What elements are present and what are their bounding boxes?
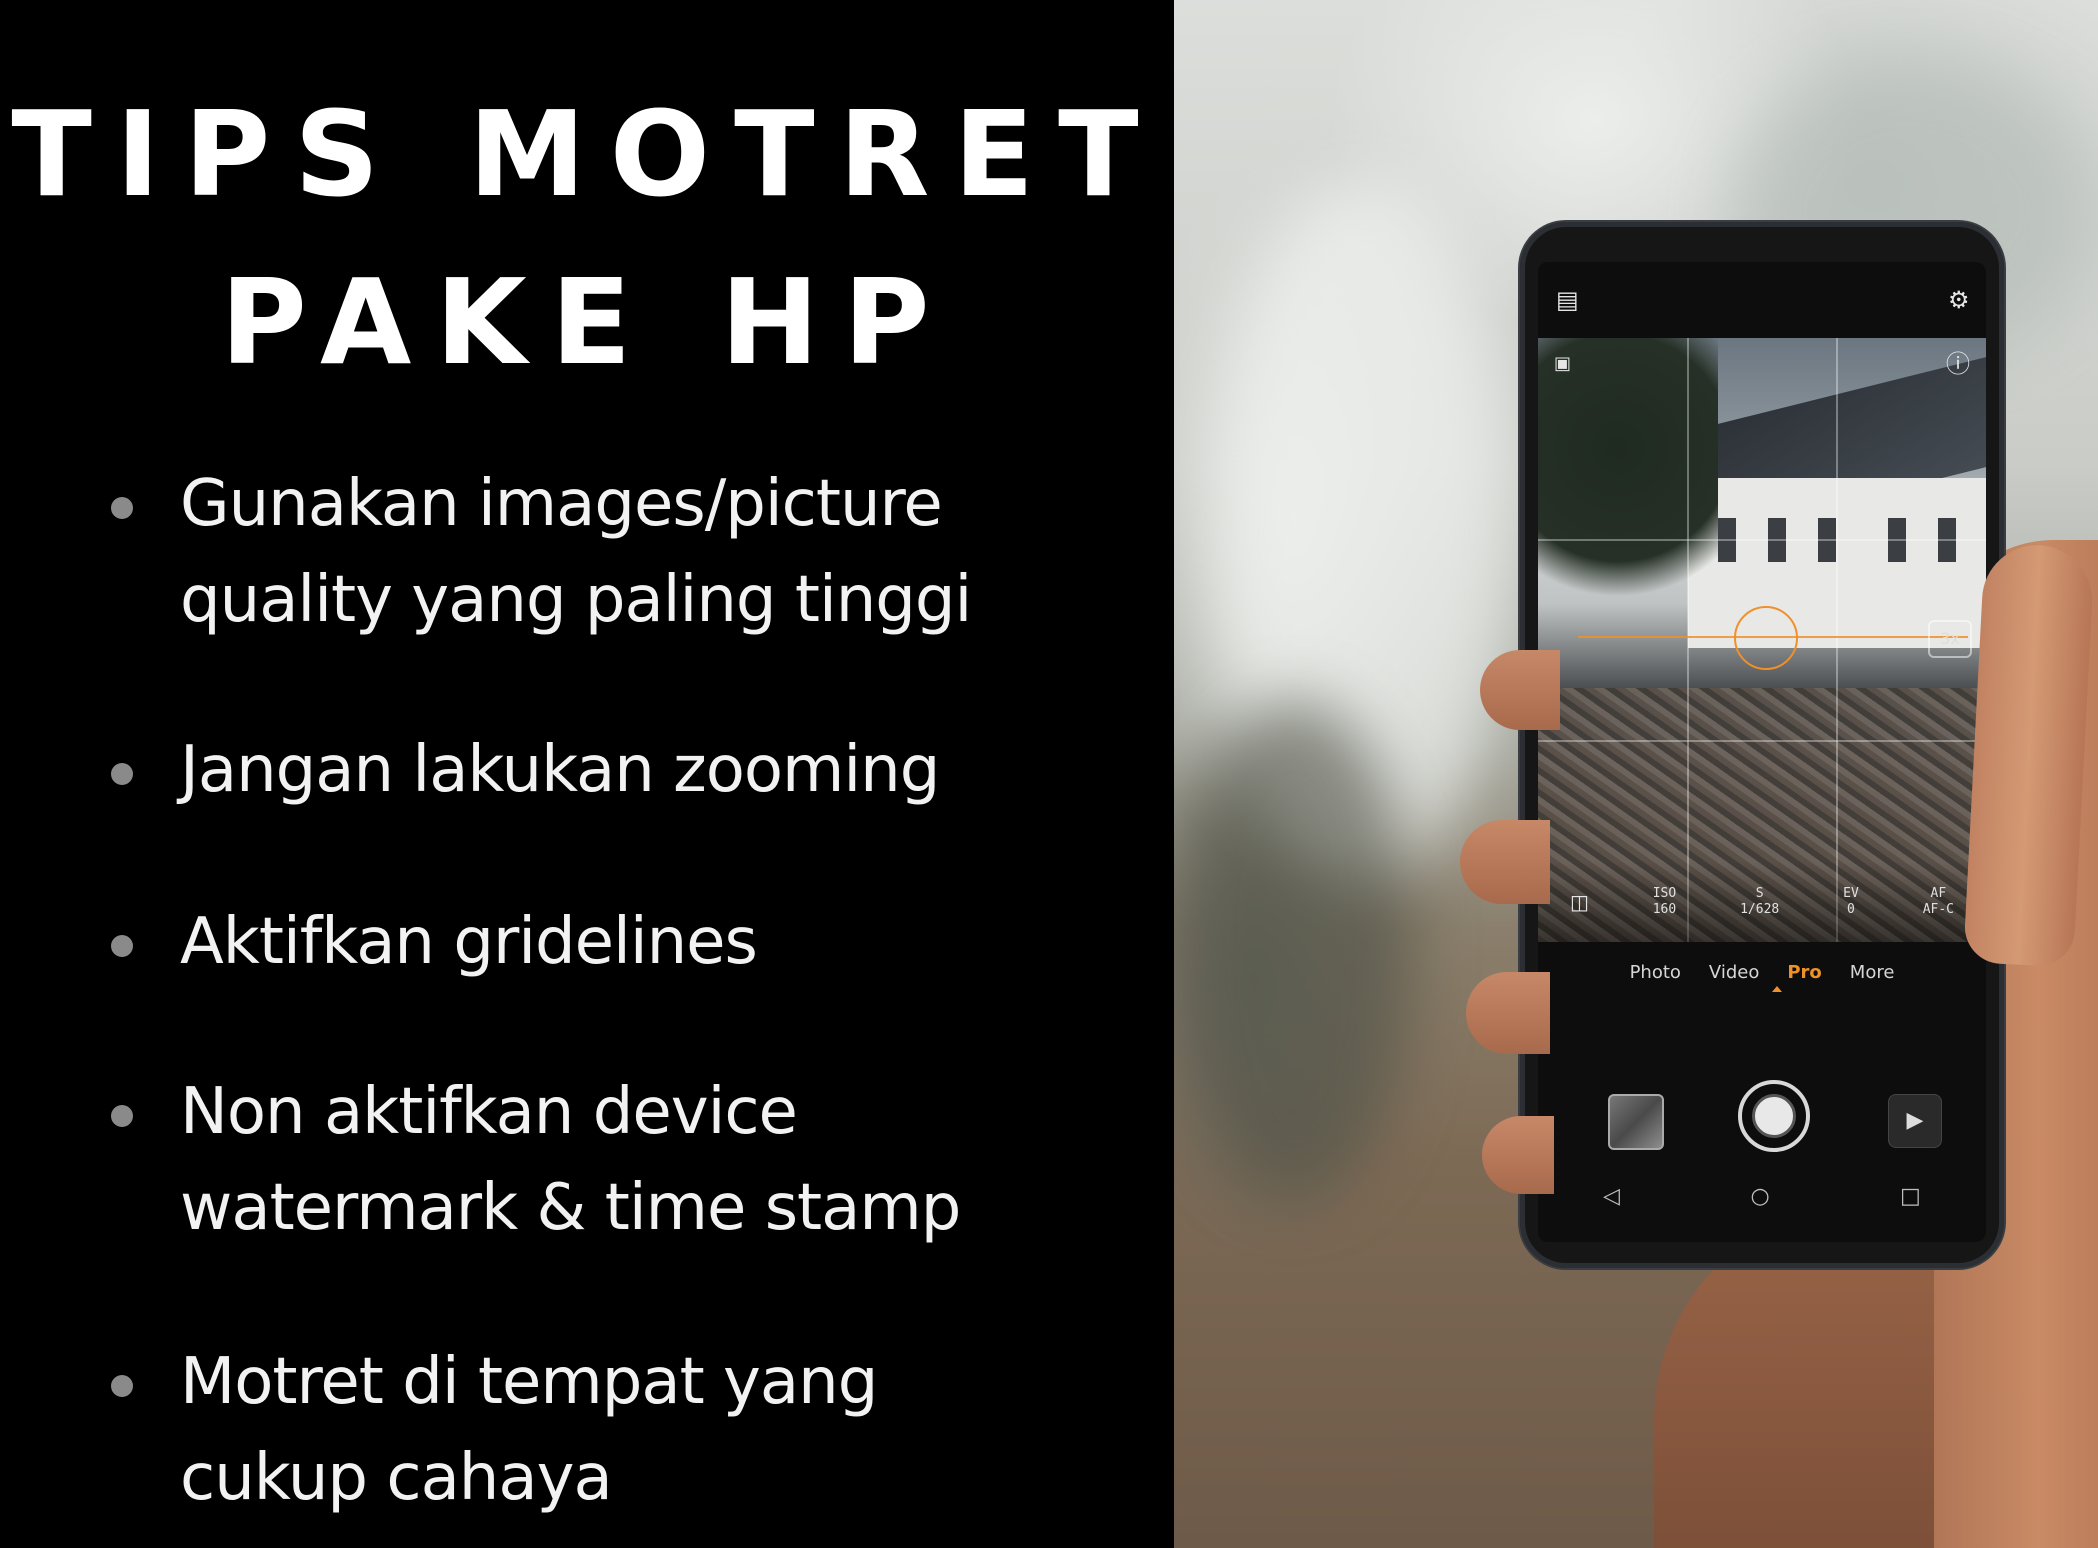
focus-ring [1734, 606, 1798, 670]
video-camera-icon[interactable]: ▶ [1888, 1094, 1942, 1148]
bullet-list: Gunakan images/picture quality yang pali… [0, 0, 1174, 1548]
raw-icon[interactable]: ▣ [1554, 352, 1571, 376]
param-value: 0 [1847, 902, 1855, 917]
param-label: ISO [1652, 886, 1677, 901]
active-mode-marker-icon [1772, 986, 1782, 992]
bullet-line: Aktifkan gridelines [180, 905, 758, 979]
gallery-thumbnail[interactable] [1608, 1094, 1664, 1150]
bullet-dot-icon [111, 763, 133, 785]
mode-photo[interactable]: Photo [1630, 962, 1681, 983]
filmstrip-icon[interactable]: ▤ [1556, 288, 1579, 312]
phone-photo: ▤ ⚙ 3x ▣ ⓘ ◫ ISO 160 S 1/628 EV 0 AF AF-… [1174, 0, 2098, 1548]
gridline [1538, 740, 1986, 742]
param-ev[interactable]: EV 0 [1843, 886, 1859, 918]
param-af[interactable]: AF AF-C [1923, 886, 1954, 918]
bullet-line: Non aktifkan device [180, 1075, 798, 1149]
bullet-line: watermark & time stamp [180, 1171, 961, 1245]
bullet-text: Jangan lakukan zooming [180, 722, 1160, 818]
slide: TIPS MOTRET PAKE HP Gunakan images/pictu… [0, 0, 2098, 1548]
param-shutter[interactable]: S 1/628 [1740, 886, 1779, 918]
metering-icon[interactable]: ◫ [1570, 890, 1589, 914]
blur-foliage [1174, 700, 1414, 1200]
viewfinder[interactable]: 3x ▣ ⓘ [1538, 338, 1986, 942]
param-label: EV [1843, 886, 1859, 901]
bullet-text: Gunakan images/picture quality yang pali… [180, 456, 1160, 648]
bullet-dot-icon [111, 497, 133, 519]
camera-screen: ▤ ⚙ 3x ▣ ⓘ ◫ ISO 160 S 1/628 EV 0 AF AF-… [1538, 262, 1986, 1242]
param-value: 1/628 [1740, 902, 1780, 917]
bullet-dot-icon [111, 1375, 133, 1397]
mode-more[interactable]: More [1850, 962, 1895, 983]
back-triangle-icon[interactable]: ◁ [1603, 1184, 1620, 1209]
thumb [1963, 542, 2095, 968]
vf-tree [1538, 338, 1718, 628]
mode-video[interactable]: Video [1709, 962, 1759, 983]
smartphone: ▤ ⚙ 3x ▣ ⓘ ◫ ISO 160 S 1/628 EV 0 AF AF-… [1520, 222, 2004, 1268]
param-iso[interactable]: ISO 160 [1653, 886, 1676, 918]
bullet-line: quality yang paling tinggi [180, 563, 972, 637]
bullet-text: Non aktifkan device watermark & time sta… [180, 1064, 1160, 1256]
gridline [1538, 539, 1986, 541]
pro-params-bar: ◫ ISO 160 S 1/628 EV 0 AF AF-C [1538, 862, 1986, 942]
shutter-button[interactable] [1738, 1080, 1810, 1152]
param-value: 160 [1652, 902, 1677, 917]
text-panel: TIPS MOTRET PAKE HP Gunakan images/pictu… [0, 0, 1174, 1548]
bullet-text: Aktifkan gridelines [180, 894, 1160, 990]
camera-mode-bar: Photo Video Pro More [1538, 952, 1986, 992]
shutter-inner [1752, 1094, 1796, 1138]
bullet-line: Jangan lakukan zooming [180, 733, 940, 807]
mode-pro[interactable]: Pro [1787, 962, 1821, 983]
bullet-text: Motret di tempat yang cukup cahaya [180, 1334, 1160, 1526]
finger [1480, 650, 1560, 730]
bullet-dot-icon [111, 1105, 133, 1127]
gridline [1687, 338, 1689, 942]
android-nav-bar: ◁ ○ □ [1538, 1174, 1986, 1218]
bullet-dot-icon [111, 935, 133, 957]
home-circle-icon[interactable]: ○ [1750, 1184, 1769, 1209]
recents-square-icon[interactable]: □ [1900, 1184, 1921, 1209]
gear-icon[interactable]: ⚙ [1948, 288, 1970, 312]
param-label: AF [1930, 886, 1947, 901]
bullet-line: cukup cahaya [180, 1441, 613, 1515]
bullet-line: Gunakan images/picture [180, 467, 943, 541]
gridline [1836, 338, 1838, 942]
bullet-line: Motret di tempat yang [180, 1345, 878, 1419]
finger [1466, 972, 1550, 1054]
param-value: AF-C [1922, 902, 1954, 917]
param-label: S [1755, 886, 1764, 901]
zoom-chip[interactable]: 3x [1928, 620, 1972, 658]
finger [1482, 1116, 1554, 1194]
finger [1460, 820, 1550, 904]
info-icon[interactable]: ⓘ [1946, 352, 1970, 376]
